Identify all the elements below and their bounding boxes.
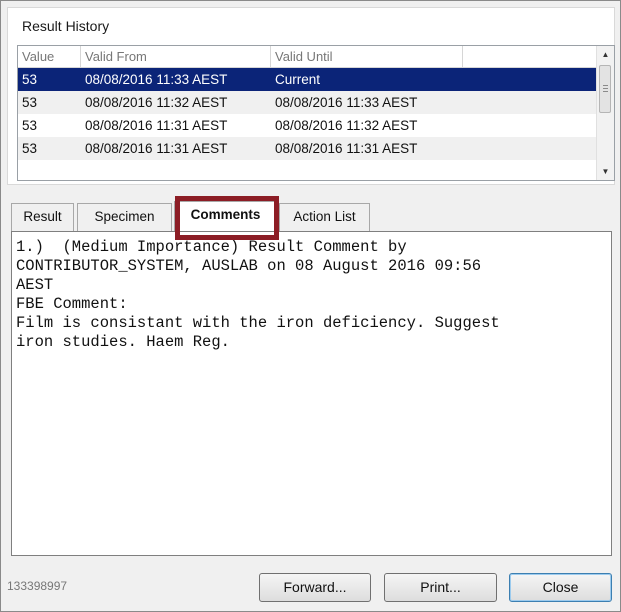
comment-line: CONTRIBUTOR_SYSTEM, AUSLAB on 08 August …	[16, 257, 482, 275]
comments-panel[interactable]: 1.) (Medium Importance) Result Comment b…	[11, 231, 612, 556]
table-row[interactable]: 53 08/08/2016 11:32 AEST 08/08/2016 11:33 …	[18, 91, 614, 114]
cell-valid-until: 08/08/2016 11:31 AEST	[275, 141, 418, 156]
comment-line: AEST	[16, 276, 54, 294]
column-header-valid-from[interactable]: Valid From	[81, 46, 271, 67]
close-button[interactable]: Close	[509, 573, 612, 602]
tab-result[interactable]: Result	[11, 203, 74, 231]
scroll-down-arrow-icon[interactable]: ▼	[597, 163, 614, 180]
column-header-valid-until[interactable]: Valid Until	[271, 46, 463, 67]
cell-valid-from: 08/08/2016 11:31 AEST	[85, 118, 228, 133]
cell-valid-until: 08/08/2016 11:32 AEST	[275, 118, 418, 133]
print-button[interactable]: Print...	[384, 573, 497, 602]
tab-action-list[interactable]: Action List	[279, 203, 370, 231]
comment-line: Film is consistant with the iron deficie…	[16, 314, 500, 332]
table-header: Value Valid From Valid Until	[18, 46, 614, 68]
cell-value: 53	[22, 141, 38, 156]
comment-line: FBE Comment:	[16, 295, 128, 313]
grip-line	[603, 91, 608, 92]
column-header-value[interactable]: Value	[18, 46, 81, 67]
cell-valid-until: 08/08/2016 11:33 AEST	[275, 95, 418, 110]
table-body: 53 08/08/2016 11:33 AEST Current 53 08/08/20…	[18, 68, 614, 160]
scroll-up-arrow-icon[interactable]: ▲	[597, 46, 614, 63]
tab-specimen[interactable]: Specimen	[77, 203, 172, 231]
comment-line: iron studies. Haem Reg.	[16, 333, 230, 351]
scrollbar-thumb[interactable]	[599, 65, 611, 113]
table-row[interactable]: 53 08/08/2016 11:31 AEST 08/08/2016 11:31 …	[18, 137, 614, 160]
table-row[interactable]: 53 08/08/2016 11:31 AEST 08/08/2016 11:32 …	[18, 114, 614, 137]
grip-line	[603, 85, 608, 86]
table-row[interactable]: 53 08/08/2016 11:33 AEST Current	[18, 68, 614, 91]
result-history-title: Result History	[22, 18, 110, 34]
cell-valid-from: 08/08/2016 11:33 AEST	[85, 72, 228, 87]
forward-button[interactable]: Forward...	[259, 573, 371, 602]
cell-valid-from: 08/08/2016 11:31 AEST	[85, 141, 228, 156]
record-id: 133398997	[7, 579, 68, 593]
cell-valid-from: 08/08/2016 11:32 AEST	[85, 95, 228, 110]
result-dialog: Result History Value Valid From Valid Un…	[0, 0, 621, 612]
tab-comments[interactable]: Comments	[174, 201, 277, 231]
cell-value: 53	[22, 95, 38, 110]
result-history-table: Value Valid From Valid Until 53 08/08/201…	[17, 45, 615, 181]
vertical-scrollbar[interactable]: ▲ ▼	[596, 46, 614, 180]
comment-line: 1.) (Medium Importance) Result Comment b…	[16, 238, 407, 256]
cell-valid-until: Current	[275, 72, 321, 87]
grip-line	[603, 88, 608, 89]
cell-value: 53	[22, 72, 38, 87]
cell-value: 53	[22, 118, 38, 133]
